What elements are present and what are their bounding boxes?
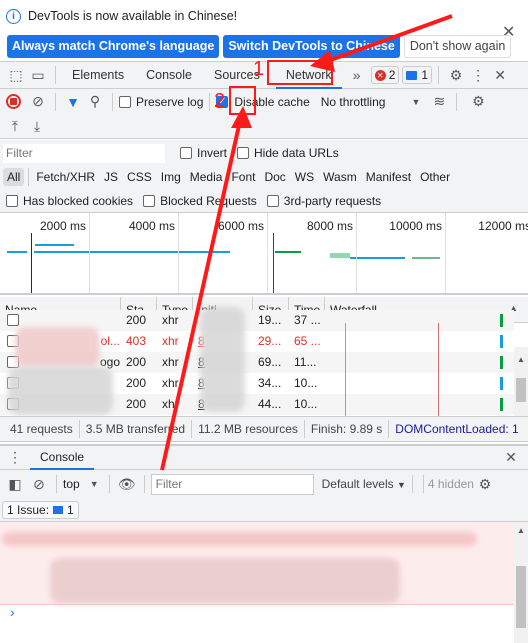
arrow-to-network xyxy=(324,14,453,64)
arrow-head-disable-cache xyxy=(231,106,252,128)
arrow-to-disable-cache xyxy=(160,111,244,471)
arrow-head-network xyxy=(310,50,335,72)
annotation-arrows xyxy=(160,14,453,471)
